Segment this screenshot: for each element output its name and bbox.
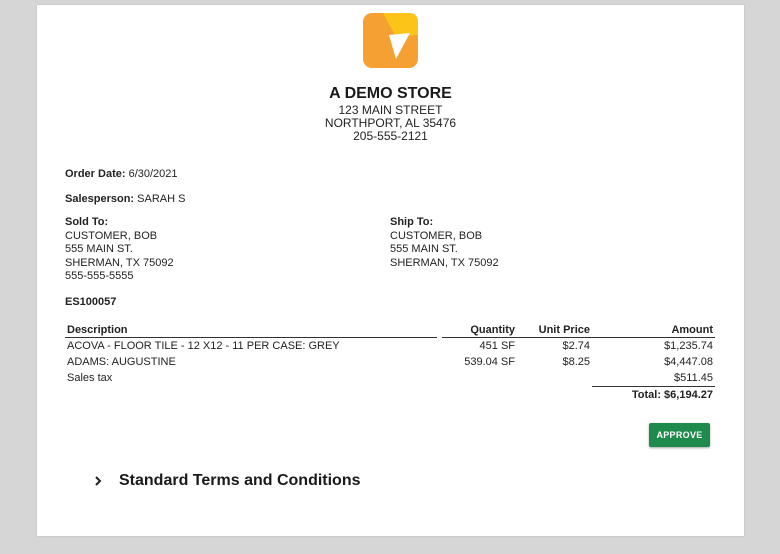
ship-to-line: 555 MAIN ST. xyxy=(390,243,458,255)
order-date-label: Order Date: xyxy=(65,168,126,180)
order-number: ES100057 xyxy=(65,296,117,308)
ship-to-line: SHERMAN, TX 75092 xyxy=(390,256,499,269)
ship-to-line: CUSTOMER, BOB xyxy=(390,229,483,242)
item-unit-price: $2.74 xyxy=(562,340,590,352)
item-amount: $4,447.08 xyxy=(664,356,713,368)
col-header-quantity: Quantity xyxy=(442,322,517,338)
invoice-page: A DEMO STORE 123 MAIN STREET NORTHPORT, … xyxy=(37,5,744,536)
line-items-table: Description Quantity Unit Price Amount A… xyxy=(65,322,715,403)
chevron-right-icon xyxy=(95,476,102,486)
table-header-row: Description Quantity Unit Price Amount xyxy=(65,322,715,338)
store-logo-icon xyxy=(363,13,418,68)
sold-to-label: Sold To: xyxy=(65,216,109,228)
table-row: ADAMS: AUGUSTINE 539.04 SF $8.25 $4,447.… xyxy=(65,354,715,370)
item-amount: $1,235.74 xyxy=(664,340,713,352)
salesperson-label: Salesperson: xyxy=(65,193,135,205)
store-city: NORTHPORT, AL 35476 xyxy=(324,116,457,130)
order-total: Total: $6,194.27 xyxy=(592,386,715,403)
col-header-unit-price: Unit Price xyxy=(517,322,592,338)
item-description: ACOVA - FLOOR TILE - 12 X12 - 11 PER CAS… xyxy=(67,340,340,352)
store-name: A DEMO STORE xyxy=(329,85,452,102)
approve-button[interactable]: APPROVE xyxy=(649,423,710,447)
sold-to-line: SHERMAN, TX 75092 xyxy=(65,256,174,269)
salesperson-value: SARAH S xyxy=(137,193,186,205)
ship-to-block: Ship To: CUSTOMER, BOB 555 MAIN ST. SHER… xyxy=(390,216,499,270)
sold-to-line: 555-555-5555 xyxy=(65,270,134,282)
table-row: ACOVA - FLOOR TILE - 12 X12 - 11 PER CAS… xyxy=(65,338,715,355)
col-header-description: Description xyxy=(65,322,437,338)
order-date-value: 6/30/2021 xyxy=(128,168,178,180)
item-description: ADAMS: AUGUSTINE xyxy=(67,356,176,368)
item-quantity: 451 SF xyxy=(479,340,515,352)
tax-amount: $511.45 xyxy=(674,372,713,384)
col-header-amount: Amount xyxy=(592,322,715,338)
item-quantity: 539.04 SF xyxy=(464,356,515,368)
ship-to-label: Ship To: xyxy=(390,216,434,228)
sold-to-line: 555 MAIN ST. xyxy=(65,243,133,255)
terms-toggle[interactable]: Standard Terms and Conditions xyxy=(92,469,361,493)
sold-to-line: CUSTOMER, BOB xyxy=(65,229,158,242)
order-date: Order Date: 6/30/2021 xyxy=(65,168,178,180)
terms-title: Standard Terms and Conditions xyxy=(119,472,361,489)
item-unit-price: $8.25 xyxy=(562,356,590,368)
store-street: 123 MAIN STREET xyxy=(338,103,443,117)
salesperson: Salesperson: SARAH S xyxy=(65,193,185,205)
tax-row: Sales tax $511.45 xyxy=(65,370,715,387)
tax-label: Sales tax xyxy=(67,372,113,385)
sold-to-block: Sold To: CUSTOMER, BOB 555 MAIN ST. SHER… xyxy=(65,216,174,284)
total-row: Total: $6,194.27 xyxy=(65,386,715,403)
store-phone: 205-555-2121 xyxy=(353,129,428,143)
